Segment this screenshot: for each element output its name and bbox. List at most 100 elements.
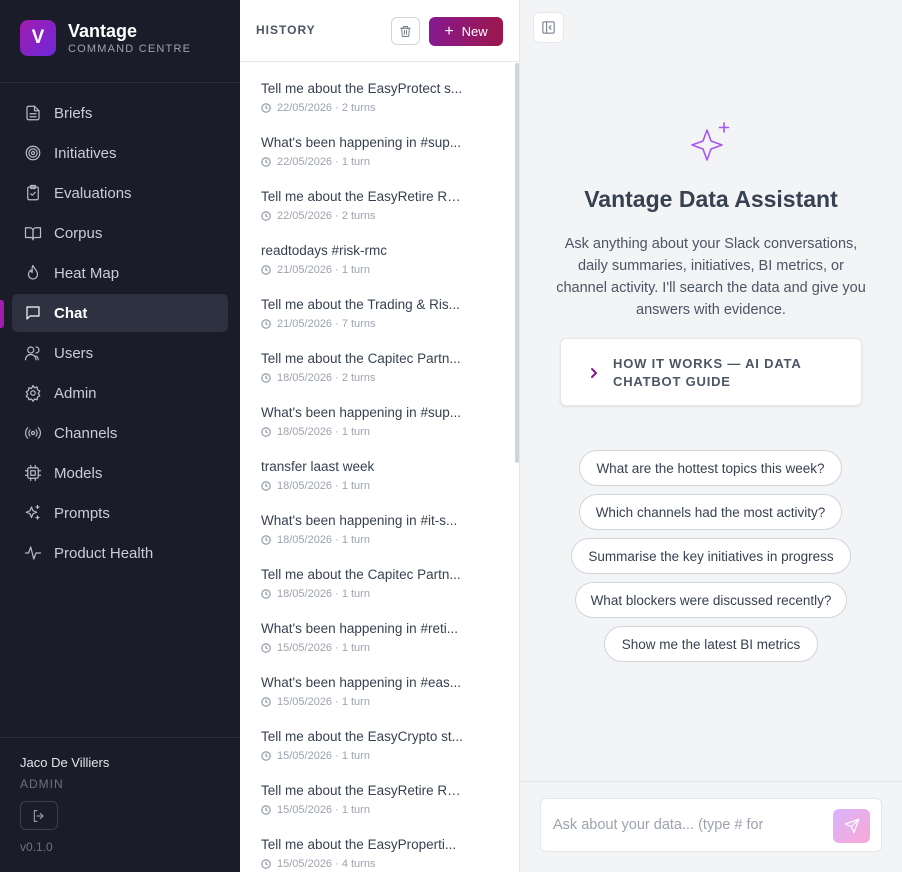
sidebar-item-initiatives[interactable]: Initiatives (12, 134, 228, 172)
history-item-meta: 22/05/2026 · 2 turns (261, 102, 519, 114)
history-item-date: 22/05/2026 · 2 turns (277, 210, 376, 222)
clock-icon (261, 859, 271, 869)
sidebar-item-heat-map[interactable]: Heat Map (12, 254, 228, 292)
suggestion-chip[interactable]: Summarise the key initiatives in progres… (571, 538, 851, 574)
chat-input[interactable] (553, 813, 815, 837)
history-item-date: 18/05/2026 · 1 turn (277, 426, 370, 438)
sidebar-item-label: Channels (54, 424, 118, 442)
brand-name: Vantage (68, 21, 138, 41)
sidebar-item-label: Admin (54, 384, 97, 402)
sidebar-item-briefs[interactable]: Briefs (12, 94, 228, 132)
history-item-date: 18/05/2026 · 2 turns (277, 372, 376, 384)
logout-button[interactable] (20, 801, 58, 830)
clock-icon (261, 589, 271, 599)
history-item[interactable]: Tell me about the EasyProperti... 15/05/2… (240, 820, 519, 872)
history-item-title: transfer laast week (261, 459, 375, 474)
history-item-meta: 18/05/2026 · 1 turn (261, 480, 519, 492)
history-item-date: 15/05/2026 · 1 turn (277, 696, 370, 708)
history-item[interactable]: Tell me about the EasyCrypto st... 15/05/… (240, 712, 519, 766)
activity-icon (24, 546, 42, 560)
history-item[interactable]: What's been happening in #reti... 15/05/2… (240, 604, 519, 658)
new-chat-button[interactable]: + New (429, 17, 503, 46)
sidebar-item-evaluations[interactable]: Evaluations (12, 174, 228, 212)
history-item[interactable]: What's been happening in #eas... 15/05/20… (240, 658, 519, 712)
suggestion-chip[interactable]: Which channels had the most activity? (579, 494, 842, 530)
clock-icon (261, 751, 271, 761)
history-item-meta: 21/05/2026 · 7 turns (261, 318, 519, 330)
sidebar-item-prompts[interactable]: Prompts (12, 494, 228, 532)
target-icon (25, 145, 41, 161)
history-item-meta: 18/05/2026 · 1 turn (261, 426, 519, 438)
send-icon (844, 818, 859, 834)
history-item[interactable]: What's been happening in #sup... 22/05/20… (240, 118, 519, 172)
panel-collapse-icon (542, 21, 555, 34)
sidebar-item-label: Product Health (54, 544, 154, 562)
sidebar-item-users[interactable]: Users (12, 334, 228, 372)
plus-icon: + (444, 22, 454, 40)
history-item[interactable]: What's been happening in #it-s... 18/05/2… (240, 496, 519, 550)
chat-input-box (540, 798, 882, 852)
history-item-title: Tell me about the EasyProtect s... (261, 81, 463, 96)
history-item-title: What's been happening in #eas... (261, 675, 461, 690)
sidebar-item-label: Heat Map (54, 264, 120, 282)
history-item-date: 21/05/2026 · 7 turns (277, 318, 376, 330)
history-item-meta: 15/05/2026 · 1 turn (261, 696, 519, 708)
send-button[interactable] (833, 809, 870, 843)
suggestion-chip[interactable]: What blockers were discussed recently? (575, 582, 847, 618)
clock-icon (261, 643, 271, 653)
history-list: Tell me about the EasyProtect s... 22/05/… (240, 62, 519, 872)
history-item[interactable]: Tell me about the Capitec Partn... 18/05/… (240, 550, 519, 604)
sidebar-divider (0, 82, 240, 83)
history-item-date: 15/05/2026 · 1 turn (277, 804, 370, 816)
sparkles-icon (686, 120, 736, 170)
history-item-title: What's been happening in #it-s... (261, 513, 458, 528)
clock-icon (261, 265, 271, 275)
sidebar-item-models[interactable]: Models (12, 454, 228, 492)
history-item[interactable]: Tell me about the Capitec Partn... 18/05/… (240, 334, 519, 388)
history-header: HISTORY + New (240, 0, 519, 62)
sidebar-item-product-health[interactable]: Product Health (12, 534, 228, 572)
history-item-date: 15/05/2026 · 4 turns (277, 858, 376, 870)
chip-icon (24, 464, 42, 482)
sidebar-nav: Briefs Initiatives Evaluations Corpus He… (12, 94, 228, 574)
suggestion-chip[interactable]: Show me the latest BI metrics (604, 626, 818, 662)
broadcast-icon (25, 427, 41, 439)
history-item-meta: 18/05/2026 · 2 turns (261, 372, 519, 384)
document-icon (26, 105, 40, 121)
clipboard-check-icon (27, 184, 39, 201)
toggle-history-button[interactable] (533, 12, 564, 43)
brand[interactable]: V Vantage COMMAND CENTRE (20, 20, 191, 56)
history-item[interactable]: Tell me about the EasyProtect s... 22/05/… (240, 62, 519, 118)
clock-icon (261, 697, 271, 707)
sidebar-item-admin[interactable]: Admin (12, 374, 228, 412)
sidebar-item-chat[interactable]: Chat (12, 294, 228, 332)
history-item-meta: 22/05/2026 · 2 turns (261, 210, 519, 222)
history-item-date: 21/05/2026 · 1 turn (277, 264, 370, 276)
history-item[interactable]: Tell me about the EasyRetire Re... 15/05/… (240, 766, 519, 820)
history-panel: HISTORY + New Tell me about the EasyProt… (240, 0, 520, 872)
clear-history-button[interactable] (391, 17, 420, 45)
history-item-title: What's been happening in #reti... (261, 621, 458, 636)
history-item-date: 22/05/2026 · 1 turn (277, 156, 370, 168)
chat-icon (26, 306, 40, 320)
sparkles-icon (25, 504, 40, 520)
history-item-meta: 15/05/2026 · 1 turn (261, 750, 519, 762)
history-item-date: 18/05/2026 · 1 turn (277, 480, 370, 492)
history-scrollbar[interactable] (515, 63, 519, 463)
how-it-works-toggle[interactable]: HOW IT WORKS — AI DATA CHATBOT GUIDE (560, 338, 862, 406)
history-item[interactable]: What's been happening in #sup... 18/05/20… (240, 388, 519, 442)
app-version: v0.1.0 (20, 840, 53, 854)
history-item[interactable]: Tell me about the Trading & Ris... 21/05/… (240, 280, 519, 334)
sidebar-item-label: Prompts (54, 504, 110, 522)
history-item-date: 15/05/2026 · 1 turn (277, 750, 370, 762)
history-item[interactable]: Tell me about the EasyRetire Re... 22/05/… (240, 172, 519, 226)
history-item-title: Tell me about the EasyRetire Re... (261, 189, 463, 204)
history-item-date: 18/05/2026 · 1 turn (277, 534, 370, 546)
sidebar-item-channels[interactable]: Channels (12, 414, 228, 452)
history-item[interactable]: readtodays #risk-rmc 21/05/2026 · 1 turn (240, 226, 519, 280)
clock-icon (261, 805, 271, 815)
sidebar-item-corpus[interactable]: Corpus (12, 214, 228, 252)
suggestion-chip[interactable]: What are the hottest topics this week? (579, 450, 842, 486)
sidebar-item-label: Users (54, 344, 94, 362)
history-item[interactable]: transfer laast week 18/05/2026 · 1 turn (240, 442, 519, 496)
